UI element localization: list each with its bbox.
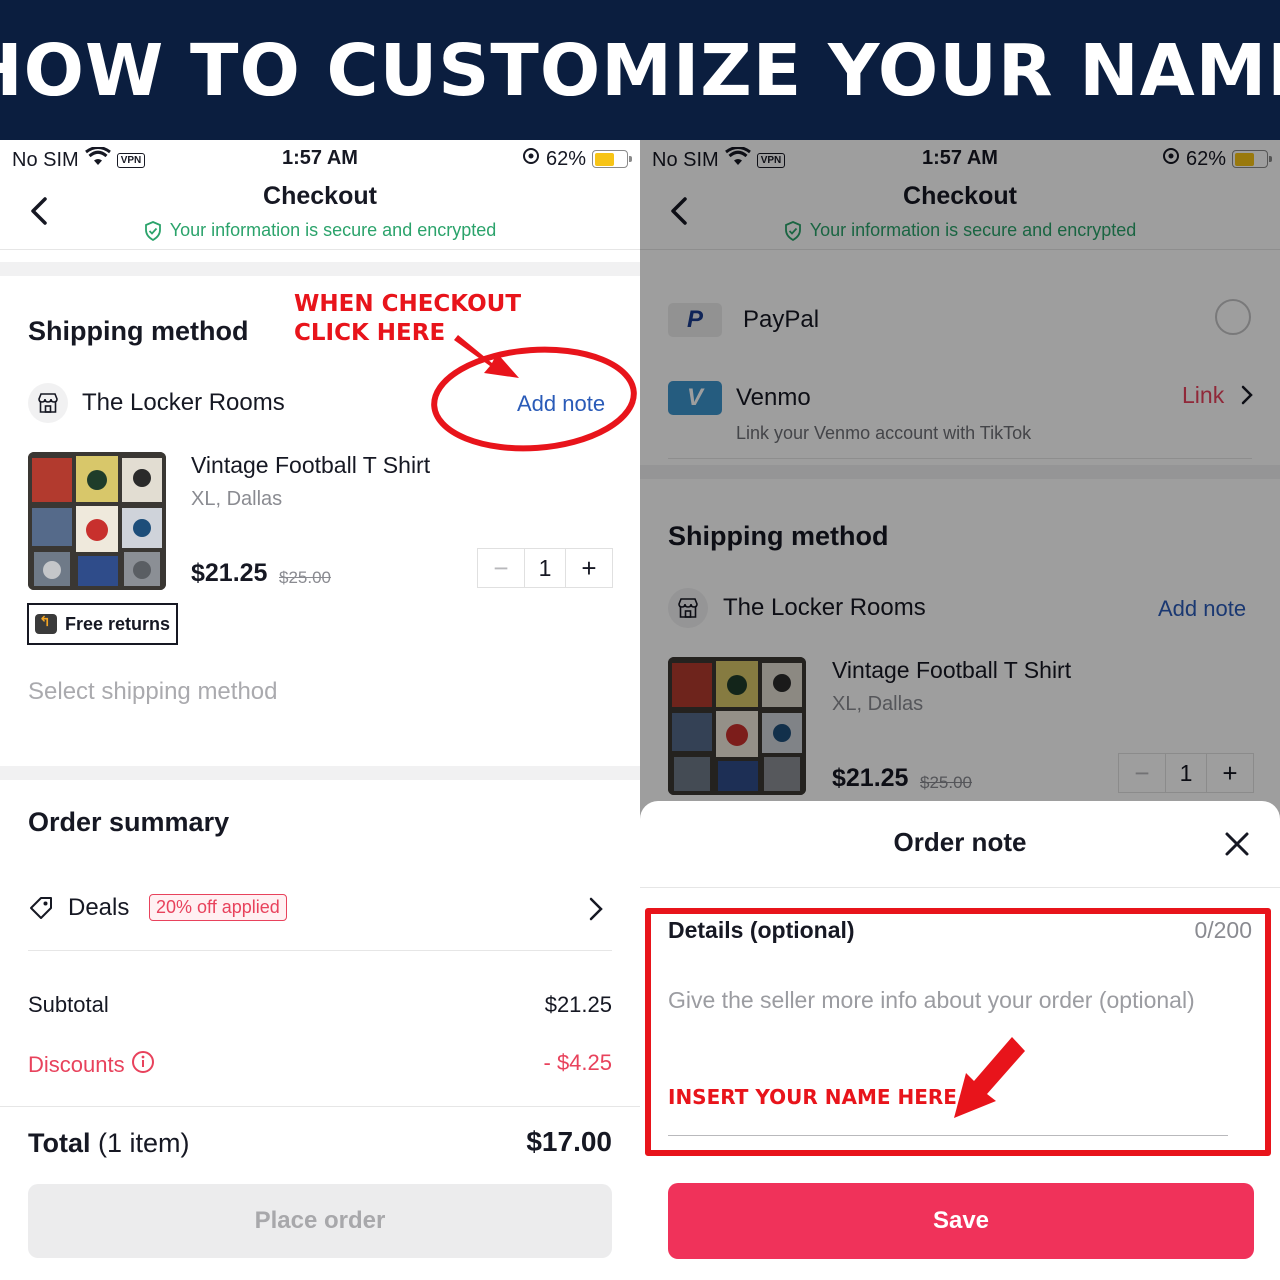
battery-fill	[594, 152, 614, 166]
place-order-button[interactable]: Place order	[28, 1184, 612, 1258]
total-label: Total (1 item)	[28, 1128, 190, 1159]
save-button[interactable]: Save	[668, 1183, 1254, 1259]
tag-icon	[28, 895, 54, 926]
close-icon[interactable]	[1224, 831, 1250, 857]
banner: HOW TO CUSTOMIZE YOUR NAME	[0, 0, 1280, 140]
shipping-method-title: Shipping method	[28, 316, 249, 346]
product-original-price: $25.00	[279, 568, 331, 587]
product-price: $21.25	[191, 559, 268, 587]
total-item-count: (1 item)	[98, 1128, 190, 1158]
secure-notice: Your information is secure and encrypted	[0, 220, 640, 241]
product-name[interactable]: Vintage Football T Shirt	[191, 452, 430, 479]
divider	[0, 1106, 640, 1107]
product-variant[interactable]: XL, Dallas	[191, 488, 282, 511]
divider	[28, 950, 612, 951]
info-icon[interactable]	[131, 1050, 155, 1080]
chevron-right-icon[interactable]	[588, 896, 604, 927]
page-title: Checkout	[263, 182, 377, 210]
checkout-header: Checkout Your information is secure and …	[0, 176, 640, 250]
orientation-lock-icon	[522, 147, 540, 171]
store-name[interactable]: The Locker Rooms	[82, 389, 285, 417]
total-label-text: Total	[28, 1128, 91, 1158]
subtotal-value: $21.25	[544, 992, 612, 1017]
free-returns-text: Free returns	[65, 613, 171, 634]
total-value: $17.00	[526, 1126, 612, 1157]
right-phone-screen: No SIM VPN 1:57 AM 62% Checkout Your inf…	[640, 140, 1280, 1280]
order-note-sheet: Order note Details (optional) 0/200 INSE…	[640, 801, 1280, 1280]
divider	[640, 887, 1280, 888]
quantity-value[interactable]: 1	[524, 549, 566, 587]
order-summary-title: Order summary	[28, 807, 230, 837]
banner-title: HOW TO CUSTOMIZE YOUR NAME	[0, 28, 1280, 112]
left-phone-screen: No SIM VPN 1:57 AM 62% Checkout Your inf…	[0, 140, 640, 1280]
add-note-link[interactable]: Add note	[517, 391, 605, 417]
deals-label[interactable]: Deals	[68, 894, 129, 922]
shield-check-icon	[144, 220, 161, 241]
annotation-highlight-box	[645, 908, 1271, 1156]
battery-icon	[592, 150, 632, 168]
order-note-title: Order note	[893, 827, 1027, 857]
annotation-line-1: WHEN CHECKOUT	[294, 291, 522, 317]
discounts-value: - $4.25	[543, 1050, 613, 1075]
secure-text: Your information is secure and encrypted	[169, 220, 497, 240]
discounts-label: Discounts	[28, 1052, 125, 1077]
annotation-line-2: CLICK HERE	[294, 320, 446, 346]
deals-badge: 20% off applied	[149, 894, 287, 921]
battery-percent: 62%	[545, 147, 586, 170]
product-image[interactable]	[28, 452, 166, 590]
annotation-when-checkout: WHEN CHECKOUT CLICK HERE	[294, 290, 521, 348]
select-shipping-method[interactable]: Select shipping method	[28, 678, 278, 706]
store-icon	[28, 383, 68, 423]
section-gap	[0, 262, 640, 276]
status-bar: No SIM VPN 1:57 AM 62%	[0, 140, 640, 176]
return-icon	[35, 613, 57, 634]
increase-quantity-button[interactable]: +	[566, 549, 612, 587]
free-returns-badge: Free returns	[27, 603, 179, 645]
quantity-stepper: − 1 +	[477, 548, 613, 588]
subtotal-label: Subtotal	[28, 992, 109, 1017]
discounts-row-label: Discounts	[28, 1050, 155, 1080]
decrease-quantity-button[interactable]: −	[478, 549, 524, 587]
annotation-insert-name: INSERT YOUR NAME HERE	[668, 1085, 957, 1109]
section-gap	[0, 766, 640, 780]
